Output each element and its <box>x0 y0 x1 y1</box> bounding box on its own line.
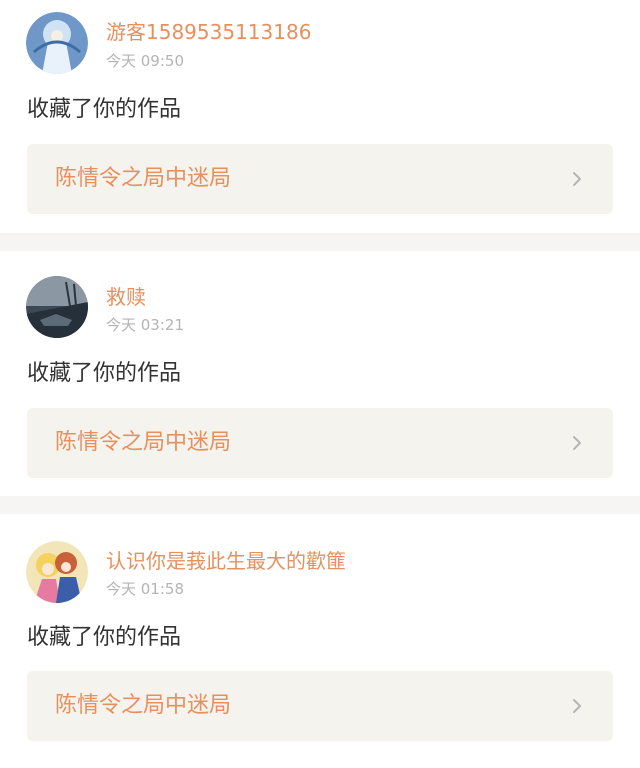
action-text: 收藏了你的作品 <box>27 361 182 386</box>
notification-card[interactable]: 认识你是莪此生最大的歡篚 今天 01:58 收藏了你的作品 陈情令之局中迷局 <box>0 514 640 768</box>
chevron-right-icon <box>573 436 581 450</box>
work-title: 陈情令之局中迷局 <box>55 693 232 718</box>
user-avatar[interactable] <box>26 541 88 603</box>
username[interactable]: 认识你是莪此生最大的歡篚 <box>106 550 346 572</box>
avatar-dark-scenery-icon <box>26 276 88 338</box>
timestamp: 今天 09:50 <box>106 52 184 70</box>
username[interactable]: 救赎 <box>106 286 146 308</box>
username[interactable]: 游客1589535113186 <box>106 21 311 43</box>
avatar-anime-figure-blue-icon <box>26 12 88 74</box>
notification-card[interactable]: 救赎 今天 03:21 收藏了你的作品 陈情令之局中迷局 <box>0 251 640 496</box>
user-avatar[interactable] <box>26 12 88 74</box>
work-title: 陈情令之局中迷局 <box>55 430 232 455</box>
user-avatar[interactable] <box>26 276 88 338</box>
avatar-anime-couple-icon <box>26 541 88 603</box>
action-text: 收藏了你的作品 <box>27 97 182 122</box>
action-text: 收藏了你的作品 <box>27 625 182 650</box>
timestamp: 今天 03:21 <box>106 316 184 334</box>
chevron-right-icon <box>573 172 581 186</box>
timestamp: 今天 01:58 <box>106 580 184 598</box>
notification-card[interactable]: 游客1589535113186 今天 09:50 收藏了你的作品 陈情令之局中迷… <box>0 0 640 233</box>
work-link[interactable]: 陈情令之局中迷局 <box>27 671 613 741</box>
work-link[interactable]: 陈情令之局中迷局 <box>27 408 613 478</box>
chevron-right-icon <box>573 699 581 713</box>
work-link[interactable]: 陈情令之局中迷局 <box>27 144 613 214</box>
work-title: 陈情令之局中迷局 <box>55 166 232 191</box>
